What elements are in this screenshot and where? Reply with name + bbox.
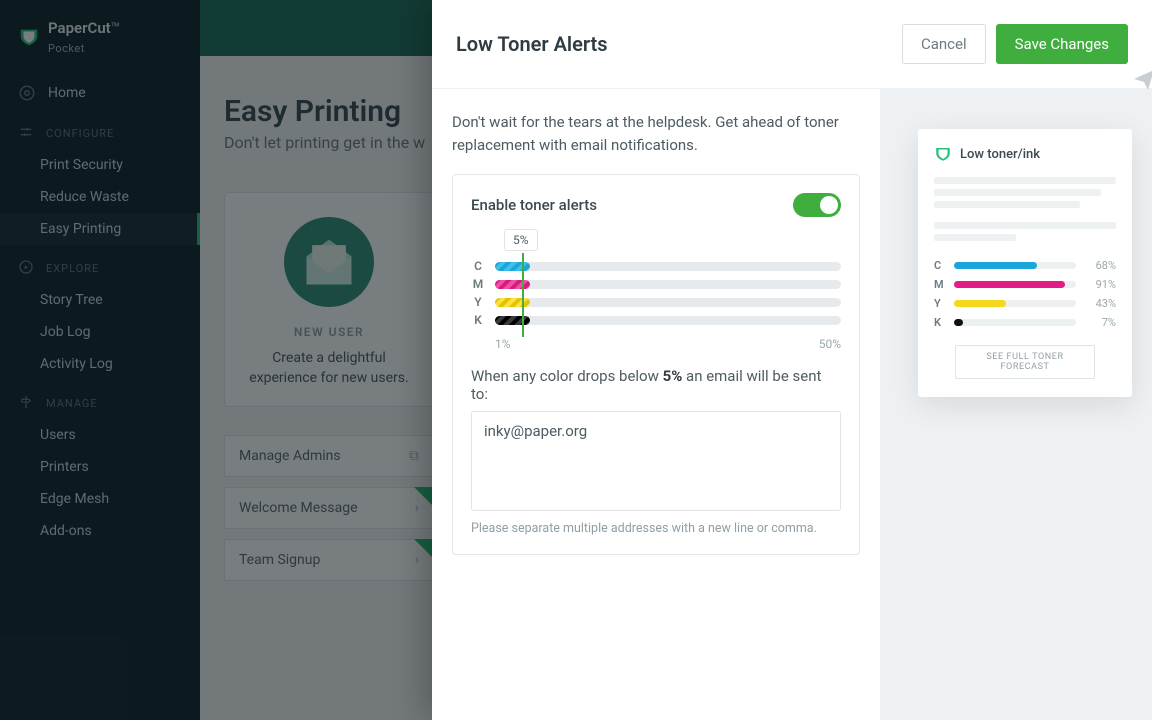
alert-emails-input[interactable] [471, 411, 841, 511]
preview-title: Low toner/ink [960, 147, 1040, 162]
slider-tooltip: 5% [504, 229, 538, 251]
panel-title: Low Toner Alerts [456, 32, 608, 56]
cancel-button[interactable]: Cancel [902, 24, 986, 64]
forecast-button[interactable]: SEE FULL TONER FORECAST [955, 345, 1095, 379]
toner-levels: C68% M91% Y43% K7% [934, 259, 1116, 329]
email-preview: Low toner/ink C68% M91% Y43% K7% SEE FUL… [918, 129, 1132, 397]
emails-helper: Please separate multiple addresses with … [471, 521, 841, 536]
paper-plane-icon [1132, 67, 1152, 91]
slider-handle[interactable] [522, 253, 524, 337]
panel-intro: Don't wait for the tears at the helpdesk… [452, 111, 860, 156]
low-toner-panel: Low Toner Alerts Cancel Save Changes Don… [432, 0, 1152, 720]
threshold-slider[interactable]: 5% C M Y K 1%50% [471, 229, 841, 351]
enable-toggle[interactable] [793, 193, 841, 217]
save-button[interactable]: Save Changes [996, 24, 1128, 64]
settings-card: Enable toner alerts 5% C M Y K 1%50% Whe… [452, 174, 860, 555]
threshold-sentence: When any color drops below 5% an email w… [471, 367, 841, 403]
shield-icon [934, 145, 952, 163]
toggle-label: Enable toner alerts [471, 196, 597, 214]
